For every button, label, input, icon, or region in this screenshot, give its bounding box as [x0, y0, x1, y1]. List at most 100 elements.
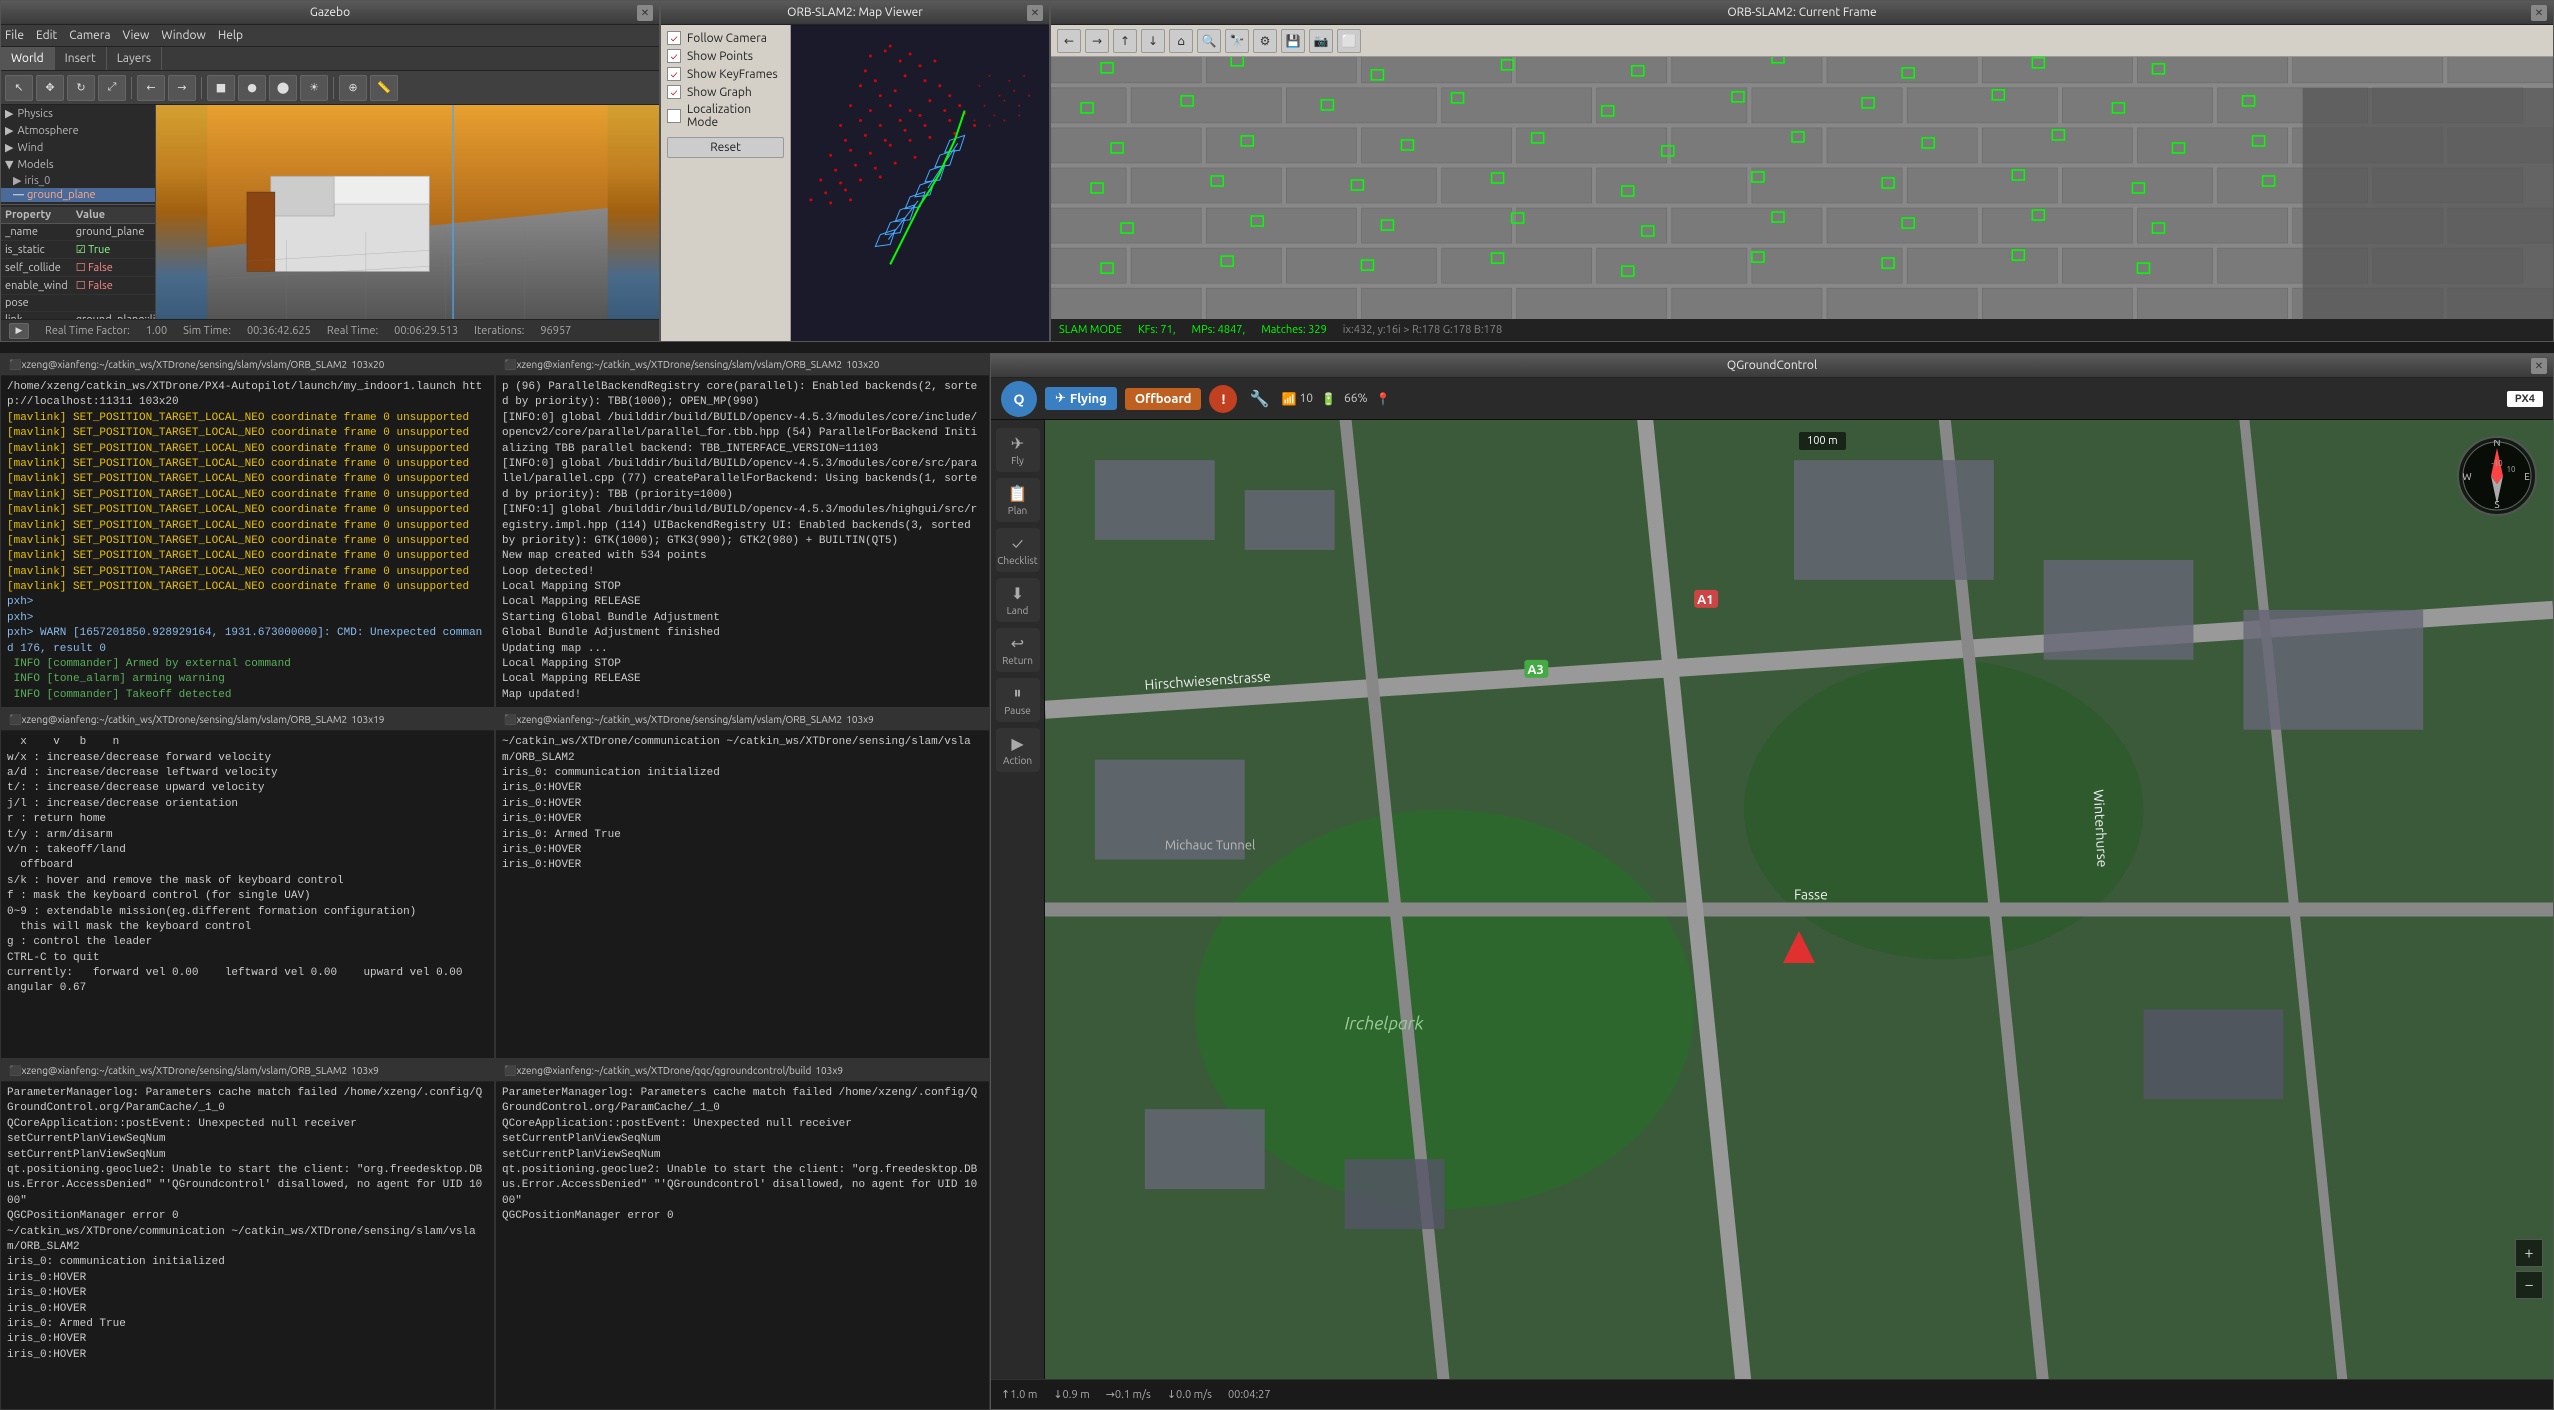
menu-view[interactable]: View	[123, 29, 150, 42]
terminal-2-titlebar: ⬛ xzeng@xianfeng:~/catkin_ws/XTDrone/sen…	[496, 354, 989, 376]
terminal-line: j/l : increase/decrease orientation	[7, 797, 488, 812]
terminal-3-titlebar: ⬛ xzeng@xianfeng:~/catkin_ws/XTDrone/sen…	[1, 709, 494, 731]
frame-btn-screenshot[interactable]: 📷	[1309, 29, 1333, 53]
terminal-line: x v b n	[7, 735, 488, 750]
menu-window[interactable]: Window	[161, 29, 205, 42]
terminal-grid: ⬛ xzeng@xianfeng:~/catkin_ws/XTDrone/sen…	[0, 353, 990, 1410]
frame-btn-down[interactable]: ↓	[1141, 29, 1165, 53]
menu-help[interactable]: Help	[218, 29, 243, 42]
sidebar-physics[interactable]: ▶ Physics	[1, 105, 155, 122]
toolbar-redo-btn[interactable]: →	[168, 75, 196, 101]
menu-file[interactable]: File	[5, 29, 24, 42]
orbslam-frame-toolbar: ← → ↑ ↓ ⌂ 🔍 🔭 ⚙ 💾 📷 ⬜	[1051, 25, 2553, 57]
qgc-logo: Q	[1001, 381, 1037, 417]
frame-btn-right[interactable]: →	[1085, 29, 1109, 53]
checklist-label: Checklist	[997, 555, 1037, 566]
toolbar-translate-btn[interactable]: ✥	[36, 75, 64, 101]
toolbar-cylinder-btn[interactable]: ⬤	[269, 75, 297, 101]
toolbar-light-btn[interactable]: ☀	[300, 75, 328, 101]
toolbar-select-btn[interactable]: ↖	[5, 75, 33, 101]
pause-label: Pause	[1004, 705, 1031, 716]
toolbar-undo-btn[interactable]: ←	[137, 75, 165, 101]
fly-icon: ✈	[1011, 434, 1024, 453]
value-header: Value	[72, 207, 156, 224]
terminal-5-content[interactable]: ParameterManagerlog: Parameters cache ma…	[1, 1082, 494, 1409]
orbslam-frame-viewport[interactable]	[1051, 57, 2553, 319]
gazebo-content: ▶ Physics ▶ Atmosphere ▶ Wind ▼ Models ▶…	[1, 105, 659, 319]
qgc-map[interactable]: Hirschwiesenstrasse Fasse Winterhurse Ir…	[1045, 420, 2553, 1379]
toolbar-pointer-btn[interactable]: ⊕	[339, 75, 367, 101]
checklist-icon: ✓	[1012, 535, 1023, 553]
sidebar-models[interactable]: ▼ Models	[1, 156, 155, 173]
fly-label: Fly	[1011, 455, 1024, 466]
flying-icon: ✈	[1055, 391, 1066, 406]
toolbar-measure-btn[interactable]: 📏	[370, 75, 398, 101]
follow-camera-checkbox[interactable]	[667, 31, 681, 45]
gazebo-close-button[interactable]: ✕	[637, 5, 653, 21]
pause-button[interactable]: ⏸ Pause	[996, 678, 1040, 722]
frame-btn-zoom-in[interactable]: 🔍	[1197, 29, 1221, 53]
plan-button[interactable]: 📋 Plan	[996, 478, 1040, 522]
tools-icon-btn[interactable]: 🔧	[1245, 385, 1273, 413]
sidebar-atmosphere[interactable]: ▶ Atmosphere	[1, 122, 155, 139]
orbslam-map-viewport[interactable]	[791, 25, 1049, 341]
toolbar-sphere-btn[interactable]: ●	[238, 75, 266, 101]
flight-time-stat: 00:04:27	[1228, 1389, 1271, 1401]
terminal-line: INFO [commander] Takeoff detected	[7, 688, 488, 703]
terminal-line: [mavlink] SET_POSITION_TARGET_LOCAL_NEO …	[7, 534, 488, 549]
terminal-line: t/y : arm/disarm	[7, 828, 488, 843]
return-button[interactable]: ↩ Return	[996, 628, 1040, 672]
terminal-line: [mavlink] SET_POSITION_TARGET_LOCAL_NEO …	[7, 426, 488, 441]
action-button[interactable]: ▶ Action	[996, 728, 1040, 772]
toolbar-box-btn[interactable]: ■	[207, 75, 235, 101]
menu-camera[interactable]: Camera	[69, 29, 110, 42]
offboard-mode-badge[interactable]: Offboard	[1125, 388, 1202, 410]
zoom-in-button[interactable]: +	[2515, 1239, 2543, 1267]
gazebo-viewport[interactable]	[156, 105, 659, 319]
land-button[interactable]: ⬇ Land	[996, 578, 1040, 622]
terminal-line: 0~9 : extendable mission(eg.different fo…	[7, 905, 488, 920]
terminal-line: Starting Global Bundle Adjustment	[502, 611, 983, 626]
reset-button[interactable]: Reset	[667, 137, 784, 158]
tab-insert[interactable]: Insert	[55, 47, 107, 70]
frame-btn-up[interactable]: ↑	[1113, 29, 1137, 53]
checklist-button[interactable]: ✓ Checklist	[996, 528, 1040, 572]
show-keyframes-checkbox[interactable]	[667, 67, 681, 81]
tab-world[interactable]: World	[1, 47, 55, 70]
terminal-4-content[interactable]: ~/catkin_ws/XTDrone/communication ~/catk…	[496, 731, 989, 1058]
terminal-line: QCoreApplication::postEvent: Unexpected …	[7, 1117, 488, 1132]
show-points-checkbox[interactable]	[667, 49, 681, 63]
warning-badge[interactable]: !	[1209, 385, 1237, 413]
sidebar-ground-plane[interactable]: — ground_plane	[1, 188, 155, 202]
play-pause-button[interactable]: ▶	[9, 323, 29, 339]
frame-btn-display[interactable]: ⬜	[1337, 29, 1361, 53]
qgc-close-button[interactable]: ✕	[2531, 358, 2547, 374]
menu-edit[interactable]: Edit	[36, 29, 57, 42]
sidebar-wind[interactable]: ▶ Wind	[1, 139, 155, 156]
localization-mode-checkbox[interactable]	[667, 109, 681, 123]
terminal-1-content[interactable]: /home/xzeng/catkin_ws/XTDrone/PX4-Autopi…	[1, 376, 494, 707]
frame-btn-settings[interactable]: ⚙	[1253, 29, 1277, 53]
frame-btn-home[interactable]: ⌂	[1169, 29, 1193, 53]
frame-btn-save[interactable]: 💾	[1281, 29, 1305, 53]
sidebar-iris0[interactable]: ▶ iris_0	[1, 173, 155, 188]
battery-value: 66%	[1344, 392, 1368, 405]
show-graph-checkbox[interactable]	[667, 85, 681, 99]
frame-btn-left[interactable]: ←	[1057, 29, 1081, 53]
orbslam-map-close-button[interactable]: ✕	[1027, 5, 1043, 21]
real-time-value: 00:06:29.513	[394, 325, 458, 337]
flying-mode-badge[interactable]: ✈ Flying	[1045, 387, 1117, 410]
gazebo-tabs: World Insert Layers	[1, 47, 659, 71]
orbslam-frame-close-button[interactable]: ✕	[2531, 5, 2547, 21]
terminal-3-content[interactable]: x v b nw/x : increase/decrease forward v…	[1, 731, 494, 1058]
gazebo-titlebar: Gazebo ✕	[1, 1, 659, 25]
terminal-6-content[interactable]: ParameterManagerlog: Parameters cache ma…	[496, 1082, 989, 1409]
toolbar-rotate-btn[interactable]: ↻	[67, 75, 95, 101]
zoom-out-button[interactable]: −	[2515, 1271, 2543, 1299]
gazebo-sidebar: ▶ Physics ▶ Atmosphere ▶ Wind ▼ Models ▶…	[1, 105, 156, 319]
terminal-2-content[interactable]: p (96) ParallelBackendRegistry core(para…	[496, 376, 989, 707]
tab-layers[interactable]: Layers	[107, 47, 162, 70]
fly-button[interactable]: ✈ Fly	[996, 428, 1040, 472]
toolbar-scale-btn[interactable]: ⤢	[98, 75, 126, 101]
frame-btn-zoom-out[interactable]: 🔭	[1225, 29, 1249, 53]
